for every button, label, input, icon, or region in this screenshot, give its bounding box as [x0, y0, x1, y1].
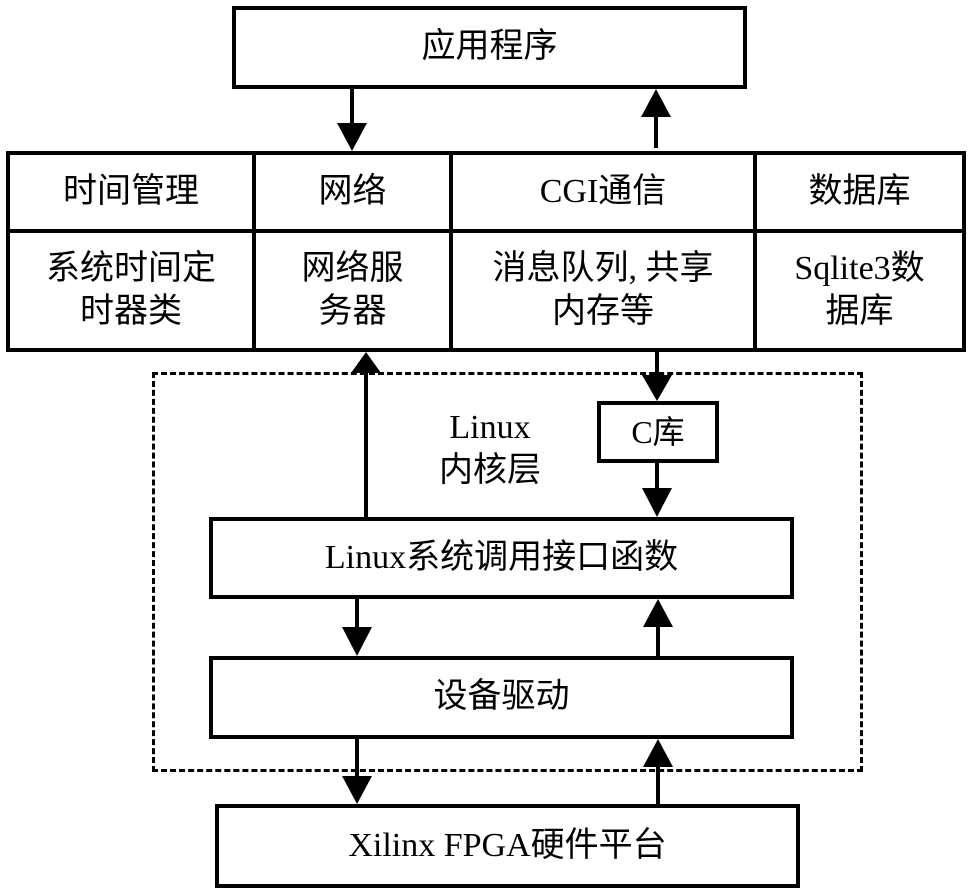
- detail-line: 网络服: [301, 250, 404, 287]
- fpga-platform-label: Xilinx FPGA硬件平台: [348, 826, 667, 864]
- device-driver-label: 设备驱动: [433, 678, 570, 716]
- detail-line: 内存等: [552, 292, 654, 330]
- header-database: 数据库: [757, 155, 962, 229]
- header-label: 网络: [318, 172, 387, 210]
- detail-line: 务器: [318, 292, 387, 330]
- header-label: 时间管理: [63, 172, 199, 210]
- header-time-management: 时间管理: [10, 155, 252, 229]
- syscall-interface-box: Linux系统调用接口函数: [209, 517, 794, 599]
- detail-line: 系统时间定: [46, 250, 216, 287]
- kernel-layer-title: Linux 内核层: [400, 407, 580, 492]
- syscall-interface-label: Linux系统调用接口函数: [324, 538, 679, 576]
- header-label: CGI通信: [539, 172, 667, 210]
- arrow-app-to-network: [337, 89, 367, 151]
- detail-sqlite: Sqlite3数 据库: [757, 233, 962, 348]
- application-box: 应用程序: [232, 6, 747, 89]
- fpga-platform-box: Xilinx FPGA硬件平台: [215, 804, 800, 888]
- device-driver-box: 设备驱动: [209, 656, 794, 739]
- c-library-box: C库: [597, 401, 719, 463]
- header-network: 网络: [256, 155, 449, 229]
- arrow-cgi-to-app: [641, 89, 671, 148]
- detail-line: Sqlite3数: [794, 250, 925, 287]
- application-label: 应用程序: [421, 28, 558, 66]
- detail-line: 据库: [825, 292, 894, 330]
- detail-line: 消息队列, 共享: [492, 250, 714, 287]
- header-label: 数据库: [808, 172, 911, 210]
- detail-line: 时器类: [80, 292, 182, 330]
- detail-ipc: 消息队列, 共享 内存等: [453, 233, 753, 348]
- kernel-title-line: Linux: [449, 409, 531, 446]
- c-library-label: C库: [631, 414, 685, 450]
- detail-network-server: 网络服 务器: [256, 233, 449, 348]
- header-cgi: CGI通信: [453, 155, 753, 229]
- detail-timer: 系统时间定 时器类: [10, 233, 252, 348]
- kernel-title-line: 内核层: [439, 451, 541, 489]
